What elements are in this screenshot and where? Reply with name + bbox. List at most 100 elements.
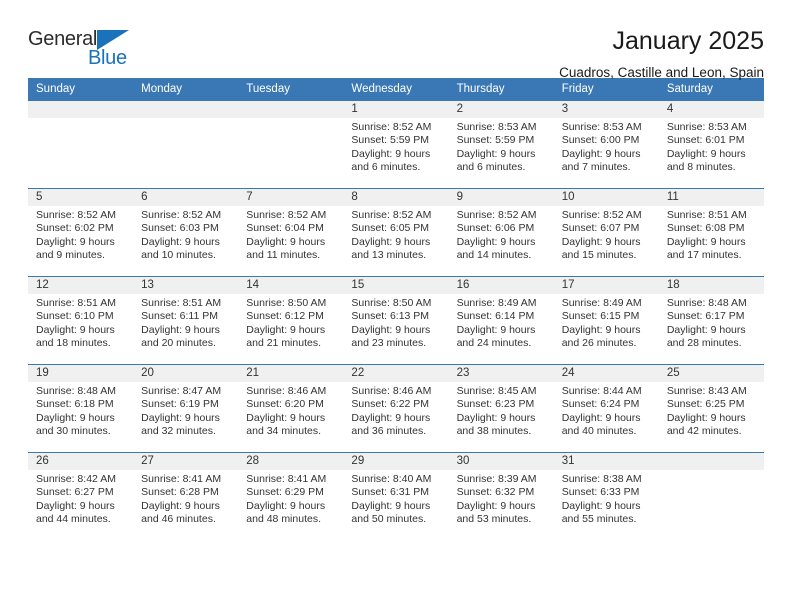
sunset-text: Sunset: 6:14 PM (456, 310, 535, 323)
daylight-text-line1: Daylight: 9 hours (666, 147, 746, 160)
weekday-header-wednesday: Wednesday (351, 83, 412, 95)
weekday-header-saturday: Saturday (666, 83, 713, 95)
day-details: Sunrise: 8:42 AM Sunset: 6:27 PM Dayligh… (28, 470, 133, 527)
weekday-header-monday: Monday (141, 83, 183, 95)
day-cell[interactable]: 28 Sunrise: 8:41 AM Sunset: 6:29 PM Dayl… (238, 453, 344, 540)
sunset-text: Sunset: 6:31 PM (351, 486, 430, 499)
day-details: Sunrise: 8:53 AM Sunset: 6:00 PM Dayligh… (554, 118, 659, 175)
day-details: Sunrise: 8:45 AM Sunset: 6:23 PM Dayligh… (449, 382, 554, 439)
daylight-text-line1: Daylight: 9 hours (141, 411, 220, 424)
day-cell[interactable]: 3 Sunrise: 8:53 AM Sunset: 6:00 PM Dayli… (553, 101, 659, 188)
day-cell[interactable]: 19 Sunrise: 8:48 AM Sunset: 6:18 PM Dayl… (28, 365, 134, 452)
daylight-text-line1: Daylight: 9 hours (351, 235, 431, 248)
sunset-text: Sunset: 6:17 PM (666, 310, 745, 323)
daylight-text-line2: and 36 minutes. (351, 425, 427, 438)
day-cell[interactable]: 29 Sunrise: 8:40 AM Sunset: 6:31 PM Dayl… (343, 453, 449, 540)
daylight-text-line1: Daylight: 9 hours (351, 147, 431, 160)
general-blue-logo[interactable]: General Blue (28, 26, 148, 74)
sunrise-text: Sunrise: 8:51 AM (666, 209, 747, 221)
daylight-text-line1: Daylight: 9 hours (561, 235, 641, 248)
day-cell[interactable]: 21 Sunrise: 8:46 AM Sunset: 6:20 PM Dayl… (238, 365, 344, 452)
daylight-text-line1: Daylight: 9 hours (351, 323, 431, 336)
day-number: 1 (343, 101, 449, 118)
daylight-text-line2: and 28 minutes. (666, 337, 742, 350)
daylight-text-line1: Daylight: 9 hours (456, 147, 536, 160)
daylight-text-line2: and 21 minutes. (246, 337, 321, 350)
day-number: 6 (133, 189, 239, 206)
day-cell[interactable]: 12 Sunrise: 8:51 AM Sunset: 6:10 PM Dayl… (28, 277, 134, 364)
daylight-text-line2: and 24 minutes. (456, 337, 532, 350)
day-cell[interactable]: 31 Sunrise: 8:38 AM Sunset: 6:33 PM Dayl… (553, 453, 659, 540)
weekday-header-tuesday: Tuesday (246, 83, 290, 95)
weekday-header-friday: Friday (561, 83, 594, 95)
sunrise-text: Sunrise: 8:47 AM (141, 385, 222, 397)
sunrise-text: Sunrise: 8:48 AM (36, 385, 116, 397)
day-number: 13 (133, 277, 239, 294)
day-details: Sunrise: 8:46 AM Sunset: 6:22 PM Dayligh… (343, 382, 448, 439)
day-cell[interactable]: 15 Sunrise: 8:50 AM Sunset: 6:13 PM Dayl… (343, 277, 449, 364)
day-cell[interactable]: 26 Sunrise: 8:42 AM Sunset: 6:27 PM Dayl… (28, 453, 134, 540)
day-number: 29 (343, 453, 449, 470)
daylight-text-line1: Daylight: 9 hours (36, 235, 115, 248)
day-number: 18 (658, 277, 764, 294)
day-cell[interactable]: 8 Sunrise: 8:52 AM Sunset: 6:05 PM Dayli… (343, 189, 449, 276)
title-block: January 2025 Cuadros, Castille and Leon,… (559, 26, 764, 83)
day-cell[interactable]: 10 Sunrise: 8:52 AM Sunset: 6:07 PM Dayl… (553, 189, 659, 276)
day-cell[interactable]: 5 Sunrise: 8:52 AM Sunset: 6:02 PM Dayli… (28, 189, 134, 276)
day-cell[interactable]: 24 Sunrise: 8:44 AM Sunset: 6:24 PM Dayl… (553, 365, 659, 452)
day-details: Sunrise: 8:43 AM Sunset: 6:25 PM Dayligh… (659, 382, 764, 439)
day-details: Sunrise: 8:38 AM Sunset: 6:33 PM Dayligh… (554, 470, 659, 527)
sunset-text: Sunset: 6:00 PM (561, 134, 640, 147)
day-cell[interactable]: 20 Sunrise: 8:47 AM Sunset: 6:19 PM Dayl… (133, 365, 239, 452)
day-cell[interactable]: 1 Sunrise: 8:52 AM Sunset: 5:59 PM Dayli… (343, 101, 449, 188)
logo-text-blue: Blue (88, 47, 127, 69)
day-cell[interactable]: 14 Sunrise: 8:50 AM Sunset: 6:12 PM Dayl… (238, 277, 344, 364)
day-cell[interactable]: 4 Sunrise: 8:53 AM Sunset: 6:01 PM Dayli… (658, 101, 764, 188)
daylight-text-line2: and 17 minutes. (666, 249, 742, 262)
day-details: Sunrise: 8:50 AM Sunset: 6:12 PM Dayligh… (238, 294, 343, 351)
day-cell[interactable]: 2 Sunrise: 8:53 AM Sunset: 5:59 PM Dayli… (448, 101, 554, 188)
day-details: Sunrise: 8:52 AM Sunset: 6:02 PM Dayligh… (28, 206, 133, 263)
day-details: Sunrise: 8:48 AM Sunset: 6:17 PM Dayligh… (659, 294, 764, 351)
day-cell[interactable]: 6 Sunrise: 8:52 AM Sunset: 6:03 PM Dayli… (133, 189, 239, 276)
daylight-text-line2: and 11 minutes. (246, 249, 321, 262)
day-cell[interactable]: 7 Sunrise: 8:52 AM Sunset: 6:04 PM Dayli… (238, 189, 344, 276)
daylight-text-line2: and 6 minutes. (456, 161, 526, 174)
sunrise-text: Sunrise: 8:52 AM (561, 209, 642, 221)
day-cell[interactable]: 23 Sunrise: 8:45 AM Sunset: 6:23 PM Dayl… (448, 365, 554, 452)
sunrise-text: Sunrise: 8:43 AM (666, 385, 747, 397)
day-cell[interactable]: 30 Sunrise: 8:39 AM Sunset: 6:32 PM Dayl… (448, 453, 554, 540)
day-cell[interactable]: 25 Sunrise: 8:43 AM Sunset: 6:25 PM Dayl… (658, 365, 764, 452)
day-cell[interactable] (28, 101, 134, 188)
page-header: General Blue January 2025 Cuadros, Casti… (28, 0, 764, 80)
day-details: Sunrise: 8:40 AM Sunset: 6:31 PM Dayligh… (343, 470, 448, 527)
sunset-text: Sunset: 6:28 PM (141, 486, 219, 499)
day-cell[interactable]: 27 Sunrise: 8:41 AM Sunset: 6:28 PM Dayl… (133, 453, 239, 540)
daylight-text-line1: Daylight: 9 hours (36, 499, 115, 512)
day-number: 17 (553, 277, 659, 294)
daylight-text-line2: and 44 minutes. (36, 513, 111, 526)
sunrise-text: Sunrise: 8:50 AM (246, 297, 327, 309)
day-cell[interactable]: 17 Sunrise: 8:49 AM Sunset: 6:15 PM Dayl… (553, 277, 659, 364)
sunrise-text: Sunrise: 8:41 AM (246, 473, 327, 485)
sunset-text: Sunset: 6:18 PM (36, 398, 114, 411)
day-cell[interactable] (238, 101, 344, 188)
day-details (659, 470, 764, 473)
day-cell[interactable]: 11 Sunrise: 8:51 AM Sunset: 6:08 PM Dayl… (658, 189, 764, 276)
day-cell[interactable]: 9 Sunrise: 8:52 AM Sunset: 6:06 PM Dayli… (448, 189, 554, 276)
day-cell[interactable] (133, 101, 239, 188)
day-cell[interactable]: 18 Sunrise: 8:48 AM Sunset: 6:17 PM Dayl… (658, 277, 764, 364)
day-number: 20 (133, 365, 239, 382)
day-cell[interactable]: 22 Sunrise: 8:46 AM Sunset: 6:22 PM Dayl… (343, 365, 449, 452)
sunset-text: Sunset: 6:06 PM (456, 222, 535, 235)
daylight-text-line1: Daylight: 9 hours (141, 235, 220, 248)
sunrise-text: Sunrise: 8:40 AM (351, 473, 432, 485)
day-cell[interactable] (658, 453, 764, 540)
day-number: 4 (658, 101, 764, 118)
sunset-text: Sunset: 6:23 PM (456, 398, 535, 411)
day-cell[interactable]: 13 Sunrise: 8:51 AM Sunset: 6:11 PM Dayl… (133, 277, 239, 364)
sunrise-text: Sunrise: 8:42 AM (36, 473, 116, 485)
day-cell[interactable]: 16 Sunrise: 8:49 AM Sunset: 6:14 PM Dayl… (448, 277, 554, 364)
weekday-header-sunday: Sunday (36, 83, 76, 95)
day-details: Sunrise: 8:52 AM Sunset: 6:03 PM Dayligh… (133, 206, 238, 263)
